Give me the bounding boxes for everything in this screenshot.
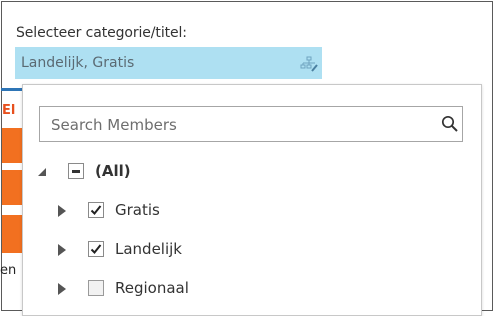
checkbox[interactable] (88, 280, 104, 296)
tree-item-label: Regionaal (115, 279, 189, 297)
tree-item-label: (All) (95, 162, 131, 180)
tree-item-label: Gratis (115, 201, 160, 219)
tree-item-landelijk[interactable]: Landelijk (58, 238, 458, 262)
tree-item-gratis[interactable]: Gratis (58, 199, 458, 223)
slicer-dropdown-panel: (All) Gratis Landelijk Regionaal (22, 84, 482, 316)
collapse-arrow-icon[interactable] (38, 168, 46, 176)
expand-arrow-icon[interactable] (58, 283, 66, 295)
clear-filter-icon[interactable] (300, 56, 318, 72)
expand-arrow-icon[interactable] (58, 244, 66, 256)
slicer-title: Selecteer categorie/titel: (16, 25, 187, 41)
background-text-fragment: en (0, 263, 17, 278)
background-tile (2, 215, 23, 253)
tree-item-regionaal[interactable]: Regionaal (58, 277, 458, 301)
checkbox[interactable] (88, 202, 104, 218)
background-label-fragment: El (2, 103, 16, 118)
checkmark-icon (90, 205, 102, 215)
expand-arrow-icon[interactable] (58, 205, 66, 217)
background-tile (2, 128, 23, 163)
checkmark-icon (90, 244, 102, 254)
search-icon[interactable] (441, 115, 459, 133)
slicer-dropdown[interactable]: Landelijk, Gratis (15, 47, 322, 79)
background-tile (2, 170, 23, 205)
slicer-selected-value: Landelijk, Gratis (21, 55, 135, 71)
indeterminate-mark-icon (72, 170, 80, 173)
partial-checkbox[interactable] (68, 163, 84, 179)
tree-item-label: Landelijk (115, 240, 182, 258)
search-box[interactable] (39, 106, 463, 142)
checkbox[interactable] (88, 241, 104, 257)
search-input[interactable] (49, 113, 423, 137)
tree-item-all[interactable]: (All) (38, 160, 458, 184)
background-accent-line (1, 88, 23, 91)
